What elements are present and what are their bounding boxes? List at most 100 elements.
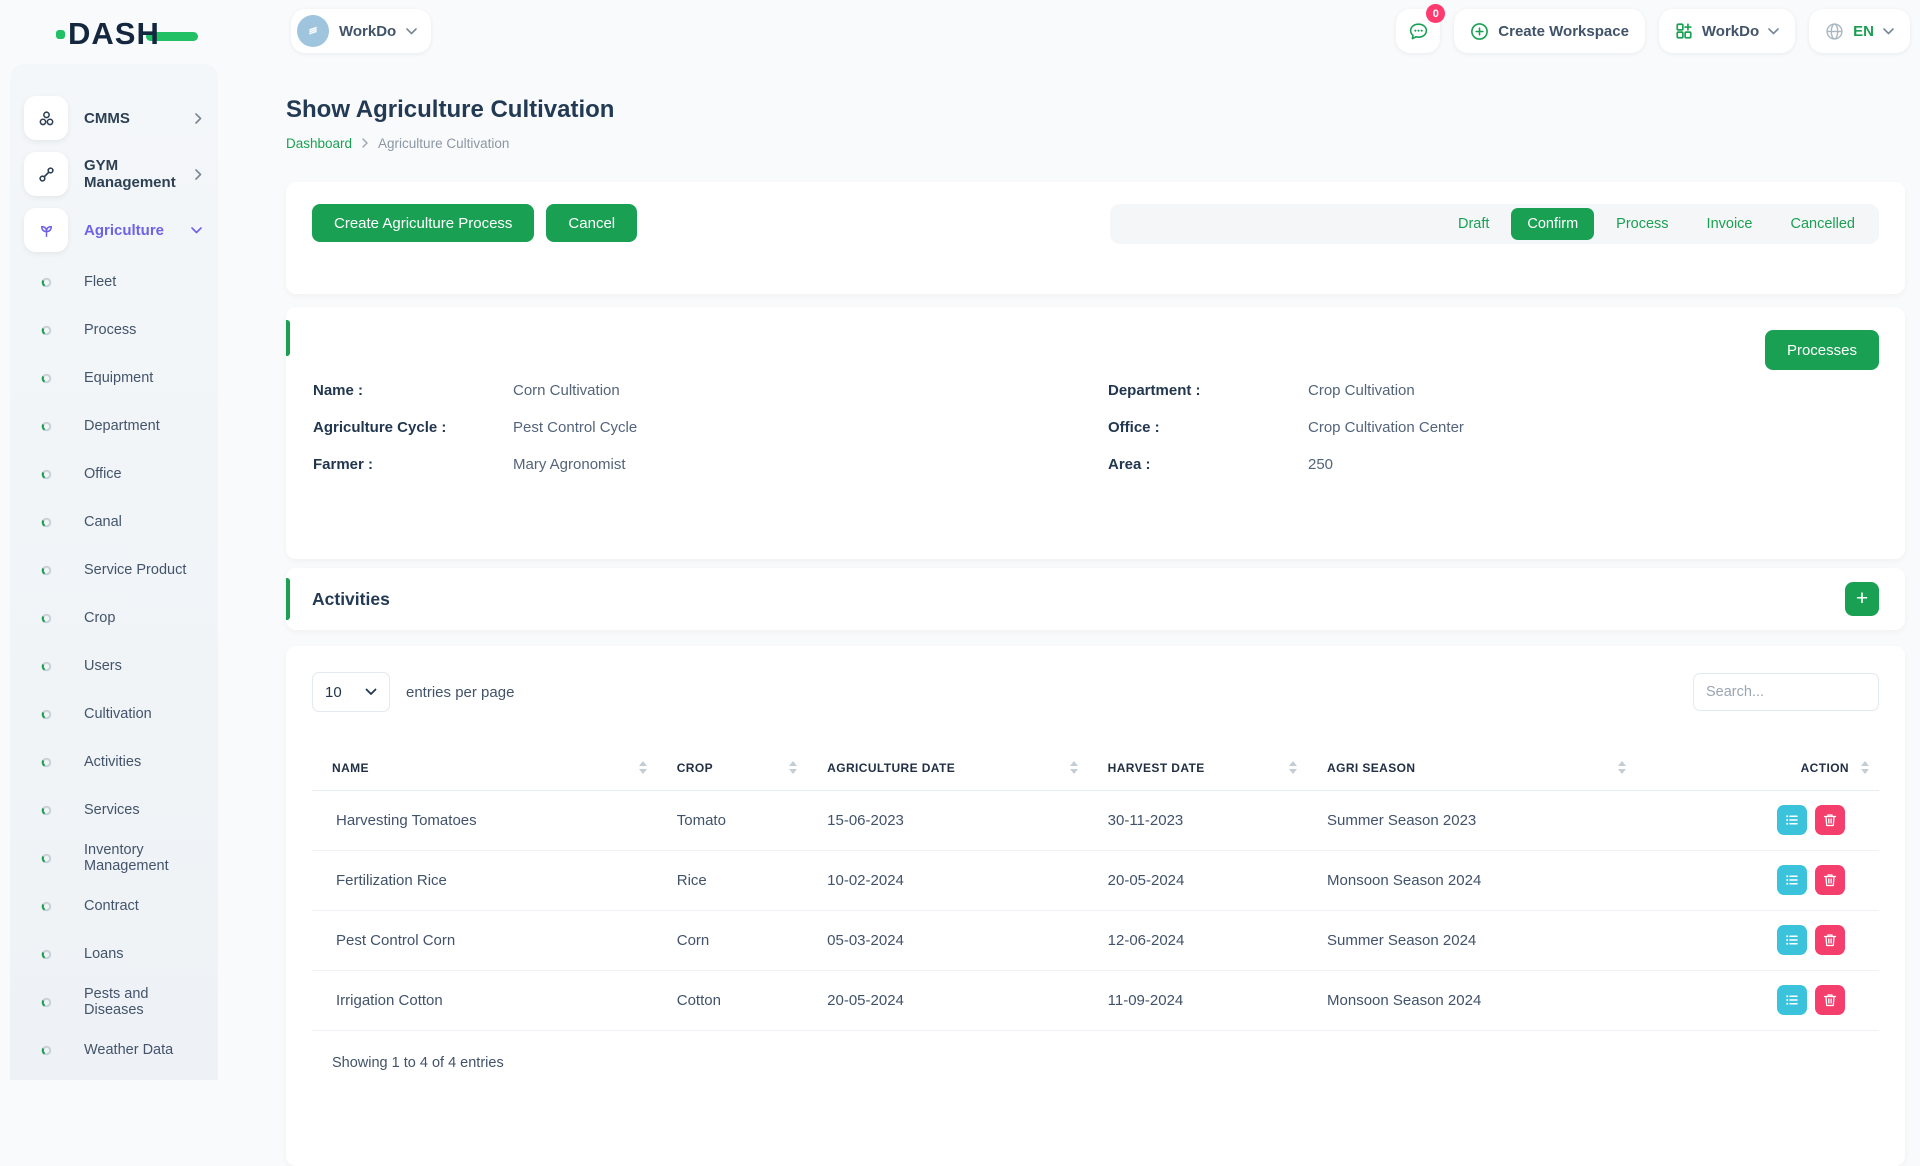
table-column-header[interactable]: CROP <box>657 746 807 790</box>
sidebar-subitem-label: Users <box>84 658 122 674</box>
table-column-header[interactable]: ACTION <box>1636 746 1879 790</box>
breadcrumb: Dashboard Agriculture Cultivation <box>286 134 1905 152</box>
sidebar-subitem[interactable]: Department <box>24 402 210 450</box>
sidebar-subitem-label: Department <box>84 418 160 434</box>
status-tab[interactable]: Invoice <box>1691 208 1769 240</box>
sidebar-subitem[interactable]: Pests and Diseases <box>24 978 210 1026</box>
sidebar-subitem-label: Equipment <box>84 370 153 386</box>
sidebar-subitem[interactable]: Process <box>24 306 210 354</box>
sidebar-item-gym-management[interactable]: GYM Management <box>24 146 210 202</box>
cell-harvest-date: 12-06-2024 <box>1088 910 1307 970</box>
sidebar-subitem[interactable]: Contract <box>24 882 210 930</box>
delete-button[interactable] <box>1815 805 1845 835</box>
chevron-down-icon <box>365 688 377 696</box>
sidebar-subitem[interactable]: Weather Data <box>24 1026 210 1074</box>
breadcrumb-dashboard-link[interactable]: Dashboard <box>286 136 352 151</box>
sidebar-subitem[interactable]: Equipment <box>24 354 210 402</box>
sort-icon <box>1289 761 1297 774</box>
sidebar-subitem[interactable]: Service Product <box>24 546 210 594</box>
sidebar-subitem[interactable]: Cultivation <box>24 690 210 738</box>
sidebar-subitem-label: Fleet <box>84 274 116 290</box>
activities-header-card: Activities + <box>286 568 1905 630</box>
cultivation-details-card: Processes Name : Corn Cultivation Agricu… <box>286 307 1905 559</box>
cell-name: Irrigation Cotton <box>312 970 657 1030</box>
cell-crop: Tomato <box>657 790 807 850</box>
delete-button[interactable] <box>1815 865 1845 895</box>
agriculture-submenu: Fleet Process Equipment Departme <box>24 258 210 1074</box>
sidebar-subitem[interactable]: Loans <box>24 930 210 978</box>
bullet-icon <box>24 373 68 384</box>
cell-agriculture-date: 10-02-2024 <box>807 850 1087 910</box>
cell-agri-season: Summer Season 2023 <box>1307 790 1636 850</box>
chevron-right-icon <box>195 113 202 124</box>
sidebar-item-cmms[interactable]: CMMS <box>24 90 210 146</box>
entries-per-page-select[interactable]: 10 <box>312 672 390 712</box>
sidebar-subitem[interactable]: Canal <box>24 498 210 546</box>
sidebar-subitem-label: Process <box>84 322 136 338</box>
logo-dot-icon <box>56 30 65 39</box>
bullet-icon <box>24 709 68 720</box>
detail-value: Crop Cultivation Center <box>1308 417 1464 438</box>
chevron-down-icon <box>191 227 202 234</box>
view-details-button[interactable] <box>1777 985 1807 1015</box>
create-agriculture-process-button[interactable]: Create Agriculture Process <box>312 204 534 242</box>
toolbar-card: Create Agriculture Process Cancel Draft … <box>286 182 1905 294</box>
detail-row: Office : Crop Cultivation Center <box>1108 417 1879 438</box>
status-tab[interactable]: Process <box>1600 208 1684 240</box>
sort-icon <box>1070 761 1078 774</box>
dash-logo[interactable]: DASH <box>56 16 198 52</box>
cell-actions <box>1636 970 1879 1030</box>
detail-value: Crop Cultivation <box>1308 380 1415 401</box>
cell-harvest-date: 20-05-2024 <box>1088 850 1307 910</box>
table-column-header[interactable]: HARVEST DATE <box>1088 746 1307 790</box>
view-details-button[interactable] <box>1777 865 1807 895</box>
bullet-icon <box>24 997 68 1008</box>
bullet-icon <box>24 949 68 960</box>
cell-name: Fertilization Rice <box>312 850 657 910</box>
sidebar-item-agriculture[interactable]: Agriculture <box>24 202 210 258</box>
entries-per-page-label: entries per page <box>406 684 514 701</box>
view-details-button[interactable] <box>1777 805 1807 835</box>
sidebar-subitem[interactable]: Office <box>24 450 210 498</box>
bullet-icon <box>24 565 68 576</box>
sidebar-subitem[interactable]: Services <box>24 786 210 834</box>
details-right-column: Department : Crop Cultivation Office : C… <box>1108 380 1879 491</box>
delete-button[interactable] <box>1815 985 1845 1015</box>
detail-value: Corn Cultivation <box>513 380 620 401</box>
cell-name: Harvesting Tomatoes <box>312 790 657 850</box>
bullet-icon <box>24 469 68 480</box>
sidebar-subitem[interactable]: Inventory Management <box>24 834 210 882</box>
table-column-header[interactable]: NAME <box>312 746 657 790</box>
sidebar-subitem-label: Crop <box>84 610 115 626</box>
sidebar-subitem-label: Weather Data <box>84 1042 173 1058</box>
add-activity-button[interactable]: + <box>1845 582 1879 616</box>
delete-button[interactable] <box>1815 925 1845 955</box>
detail-label: Area : <box>1108 454 1308 475</box>
table-header-row: NAME CROP <box>312 746 1879 790</box>
detail-value: 250 <box>1308 454 1333 475</box>
processes-button[interactable]: Processes <box>1765 330 1879 370</box>
sort-icon <box>1861 761 1869 774</box>
cancel-button[interactable]: Cancel <box>546 204 637 242</box>
sidebar-subitem-label: Inventory Management <box>84 842 210 874</box>
bullet-icon <box>24 661 68 672</box>
status-tab[interactable]: Draft <box>1442 208 1505 240</box>
view-details-button[interactable] <box>1777 925 1807 955</box>
search-input[interactable] <box>1693 673 1879 711</box>
entries-per-page-value: 10 <box>325 684 342 701</box>
table-column-header[interactable]: AGRICULTURE DATE <box>807 746 1087 790</box>
sidebar-subitem[interactable]: Crop <box>24 594 210 642</box>
table-row: Fertilization Rice Rice 10-02-2024 20-05… <box>312 850 1879 910</box>
status-tab[interactable]: Confirm <box>1511 208 1594 240</box>
sidebar-item-label: GYM Management <box>84 157 179 191</box>
detail-label: Name : <box>313 380 513 401</box>
sidebar-subitem[interactable]: Activities <box>24 738 210 786</box>
status-tab[interactable]: Cancelled <box>1775 208 1872 240</box>
table-column-header[interactable]: AGRI SEASON <box>1307 746 1636 790</box>
sidebar-subitem[interactable]: Fleet <box>24 258 210 306</box>
sidebar-subitem-label: Activities <box>84 754 141 770</box>
cell-name: Pest Control Corn <box>312 910 657 970</box>
sidebar-subitem-label: Services <box>84 802 140 818</box>
sidebar-subitem[interactable]: Users <box>24 642 210 690</box>
sidebar-subitem-label: Contract <box>84 898 139 914</box>
